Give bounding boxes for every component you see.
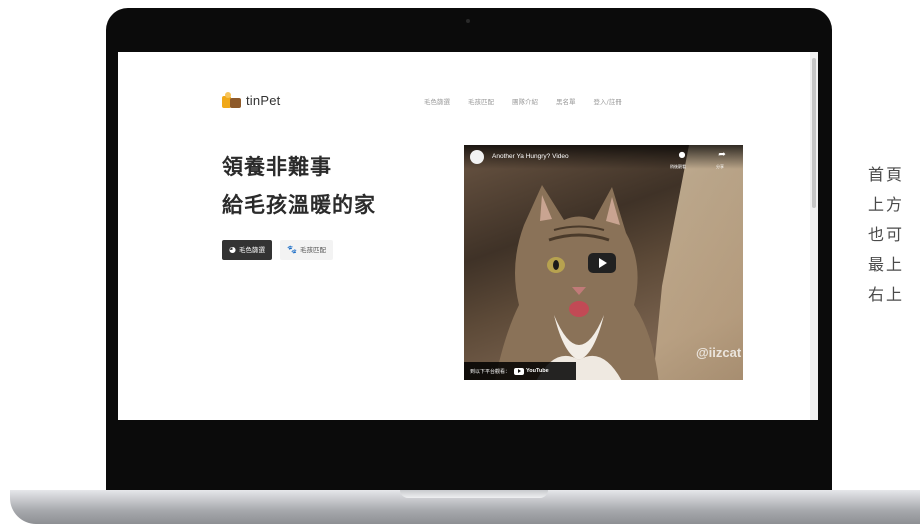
nav-item-blacklist[interactable]: 黑名單 [556,96,576,106]
color-filter-button[interactable]: ◕ 毛色篩選 [222,240,272,260]
youtube-logo: YouTube [514,367,549,375]
play-button[interactable] [588,253,616,273]
pet-match-label: 毛孩匹配 [299,246,326,254]
side-caption: 首頁 上方 也可 最上 右上 [868,160,904,310]
camera-icon [466,19,470,23]
watch-on-label: 到以下平台觀看： [470,368,511,375]
color-filter-label: 毛色篩選 [238,246,265,254]
hero-title: 領養非難事 給毛孩溫暖的家 [222,148,376,224]
side-caption-line: 上方 [868,195,905,214]
paw-boxes-icon [222,92,242,108]
clock-icon[interactable]: ● [674,150,690,159]
share-label: 分享 [716,164,724,169]
paw-icon: 🐾 [286,245,297,254]
hero-title-line-1: 領養非難事 [222,155,332,179]
pet-match-button[interactable]: 🐾 毛孩匹配 [279,240,333,260]
nav-item-pet-match[interactable]: 毛孩匹配 [468,96,494,106]
youtube-video-embed[interactable]: Another Ya Hungry? Video ● 稍後觀看 ➦ 分享 @ii… [464,145,743,380]
youtube-label: YouTube [526,368,549,374]
hero-buttons: ◕ 毛色篩選 🐾 毛孩匹配 [222,240,333,260]
main-nav: 毛色篩選 毛孩匹配 團隊介紹 黑名單 登入/註冊 [424,96,622,106]
side-caption-line: 首頁 [868,165,905,184]
video-watermark: @iizcat [696,345,742,360]
scrollbar[interactable] [810,52,818,420]
logo-text: tinPet [246,92,281,108]
cat-thumbnail-image [495,185,659,380]
site-logo[interactable]: tinPet [222,92,280,108]
browser-screen: tinPet 毛色篩選 毛孩匹配 團隊介紹 黑名單 登入/註冊 領養非難事 給毛… [118,52,818,420]
hero-title-line-2: 給毛孩溫暖的家 [222,193,376,217]
youtube-icon [514,367,525,375]
share-icon[interactable]: ➦ [714,150,730,160]
nav-item-team[interactable]: 團隊介紹 [512,96,538,106]
channel-avatar[interactable] [470,150,484,164]
watch-on-youtube-bar[interactable]: 到以下平台觀看： YouTube [464,362,576,380]
palette-icon: ◕ [229,245,236,254]
nav-item-login[interactable]: 登入/註冊 [594,96,622,106]
nav-item-color-filter[interactable]: 毛色篩選 [424,96,450,106]
side-caption-line: 最上 [868,255,905,274]
scrollbar-thumb[interactable] [812,58,816,208]
laptop-notch [400,490,548,498]
side-caption-line: 也可 [868,225,905,244]
video-title[interactable]: Another Ya Hungry? Video [492,153,569,160]
watch-later-label: 稍後觀看 [670,164,686,169]
side-caption-line: 右上 [868,285,905,304]
laptop-base [10,490,920,524]
